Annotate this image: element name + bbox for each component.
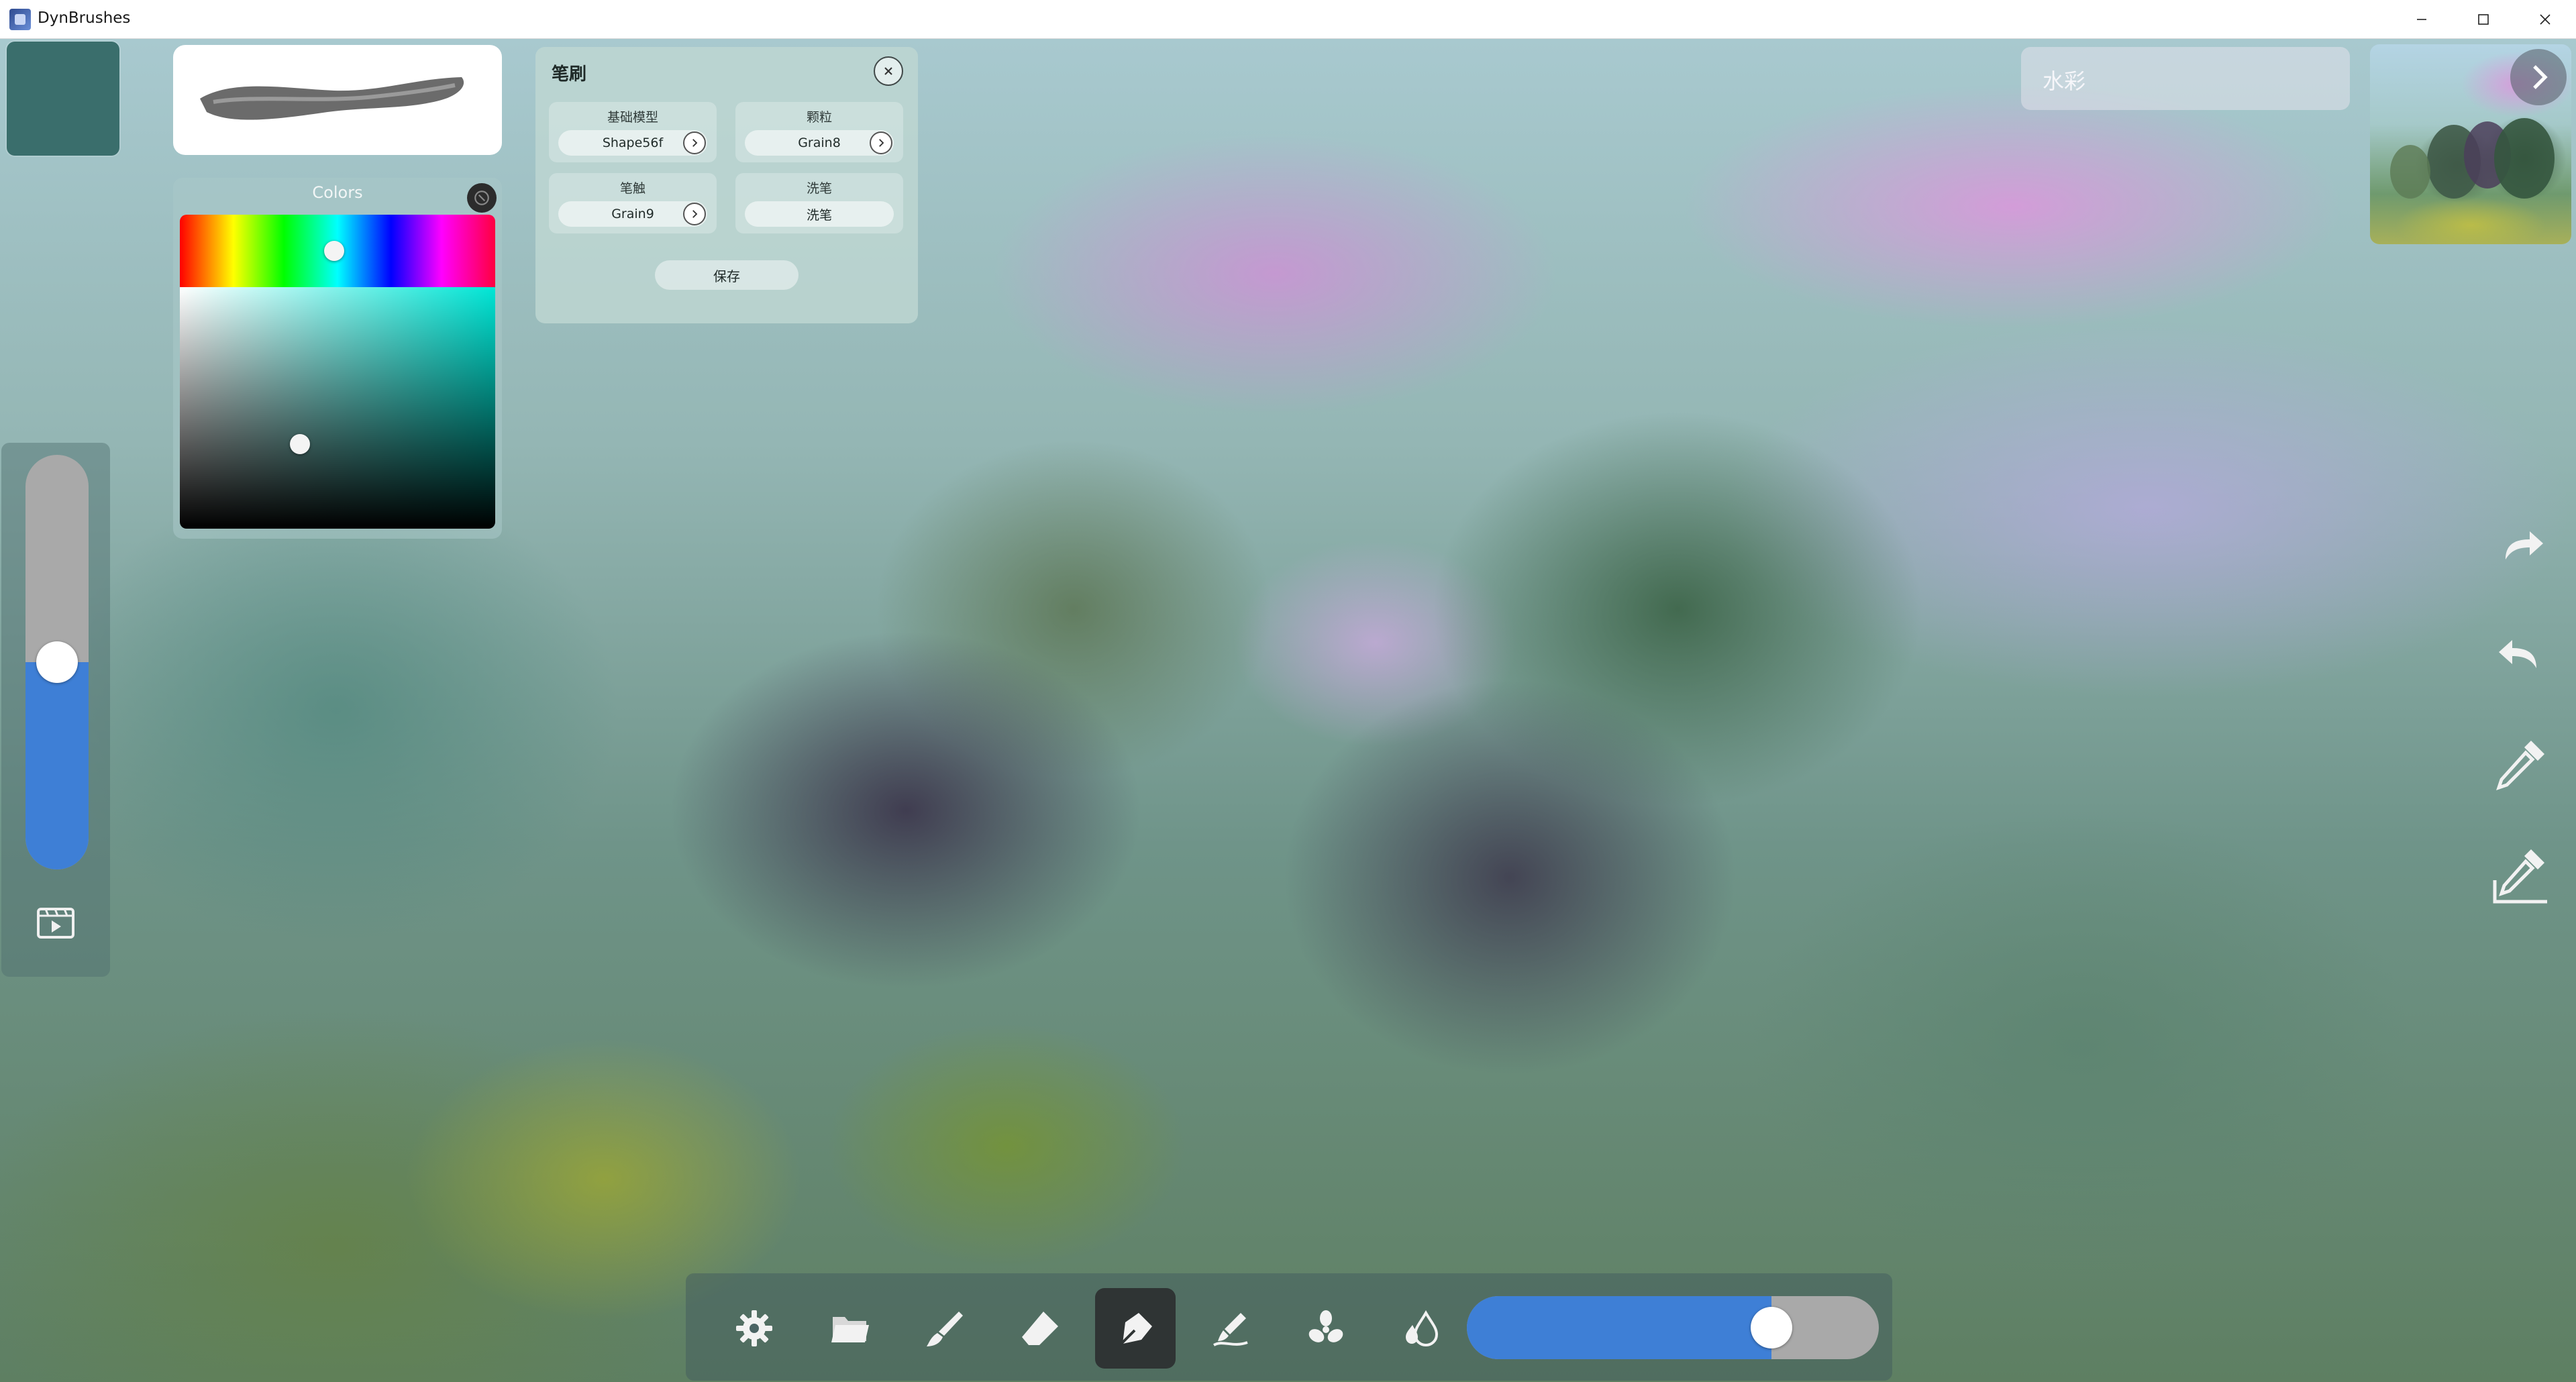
maximize-button[interactable] (2453, 0, 2514, 39)
close-button[interactable] (2514, 0, 2576, 39)
stroke-setting: 笔触 Grain9 (549, 173, 717, 233)
minimize-icon (2417, 19, 2426, 20)
wash-value-text: 洗笔 (806, 207, 832, 223)
brush-shape-label: 基础模型 (607, 110, 658, 125)
hue-knob[interactable] (324, 241, 345, 261)
undo-icon (2499, 640, 2536, 668)
brush-tool[interactable] (905, 1288, 985, 1369)
chevron-right-icon (2533, 65, 2548, 89)
grain-value[interactable]: Grain8 (745, 130, 894, 156)
brush-name-placeholder: 水彩 (2043, 68, 2086, 94)
colors-panel-title: Colors (312, 183, 363, 202)
redo-button[interactable] (2484, 507, 2558, 581)
smudge-tool[interactable] (1095, 1288, 1176, 1369)
wash-button[interactable]: 洗笔 (745, 201, 894, 227)
brush-settings-panel: 笔刷 基础模型 Shape56f 颗粒 Grain8 笔触 Grain9 洗笔 … (535, 47, 918, 323)
smudge-icon (1120, 1313, 1152, 1345)
stroke-label: 笔触 (619, 181, 646, 196)
brush-stroke-preview[interactable] (173, 45, 502, 155)
title-bar: DynBrushes (0, 0, 2576, 39)
brush-size-panel (1, 443, 110, 977)
brush-shape-next-button[interactable] (683, 131, 706, 154)
brush-shape-value-text: Shape56f (602, 136, 664, 150)
hue-slider[interactable] (180, 215, 495, 287)
navigator-expand-button[interactable] (2510, 49, 2567, 105)
stroke-value[interactable]: Grain9 (558, 201, 707, 227)
chevron-right-icon (692, 210, 698, 218)
bottom-toolbar (686, 1273, 1892, 1381)
undo-button[interactable] (2484, 616, 2558, 690)
close-icon (474, 191, 489, 205)
stroke-next-button[interactable] (683, 203, 706, 225)
brush-size-fill (25, 662, 89, 869)
opacity-fill (1467, 1296, 1772, 1359)
opacity-knob[interactable] (1751, 1307, 1793, 1348)
brush-name-field[interactable]: 水彩 (2021, 47, 2350, 110)
wash-setting: 洗笔 洗笔 (735, 173, 903, 233)
saturation-value-picker[interactable] (180, 287, 495, 529)
window-title: DynBrushes (38, 9, 131, 27)
grain-setting: 颗粒 Grain8 (735, 102, 903, 162)
brush-icon (927, 1312, 963, 1346)
opacity-slider[interactable] (1467, 1296, 1879, 1359)
film-icon[interactable] (36, 906, 75, 941)
close-icon (2540, 14, 2551, 25)
eraser-icon (1022, 1312, 1058, 1345)
grain-next-button[interactable] (870, 131, 892, 154)
maximize-icon (2478, 14, 2489, 25)
chevron-right-icon (692, 139, 698, 147)
colors-panel: Colors (173, 178, 502, 539)
minimize-button[interactable] (2391, 0, 2453, 39)
eraser-tool[interactable] (1000, 1288, 1080, 1369)
fan-icon (1308, 1310, 1343, 1342)
water-drop-icon (1406, 1310, 1439, 1347)
eyedropper-button[interactable] (2484, 727, 2558, 801)
eyedropper-icon (2496, 741, 2544, 790)
brush-panel-close-button[interactable] (874, 56, 903, 86)
brush-shape-setting: 基础模型 Shape56f (549, 102, 717, 162)
gear-icon (736, 1310, 772, 1346)
chevron-right-icon (879, 139, 884, 147)
grain-value-text: Grain8 (798, 136, 841, 150)
open-file-tool[interactable] (809, 1288, 890, 1369)
blend-icon (1213, 1313, 1248, 1346)
brush-stroke-image (200, 77, 464, 120)
brush-panel-title: 笔刷 (552, 64, 587, 85)
current-color-swatch[interactable] (7, 42, 119, 156)
redo-icon (2506, 531, 2543, 560)
stroke-value-text: Grain9 (611, 207, 654, 221)
saturation-value-knob[interactable] (289, 434, 310, 454)
blend-tool[interactable] (1190, 1288, 1271, 1369)
grain-label: 颗粒 (806, 110, 832, 125)
eyedropper-canvas-button[interactable] (2484, 839, 2558, 912)
wash-label: 洗笔 (806, 181, 832, 196)
eyedropper-canvas-icon (2493, 849, 2547, 904)
save-button[interactable]: 保存 (655, 260, 798, 290)
fan-brush-tool[interactable] (1286, 1288, 1366, 1369)
close-icon (884, 67, 892, 75)
brush-size-knob[interactable] (36, 641, 78, 683)
settings-tool[interactable] (714, 1288, 794, 1369)
water-tool[interactable] (1381, 1288, 1461, 1369)
folder-icon (831, 1317, 869, 1342)
colors-panel-close-button[interactable] (467, 183, 497, 213)
app-icon (9, 9, 31, 30)
brush-shape-value[interactable]: Shape56f (558, 130, 707, 156)
